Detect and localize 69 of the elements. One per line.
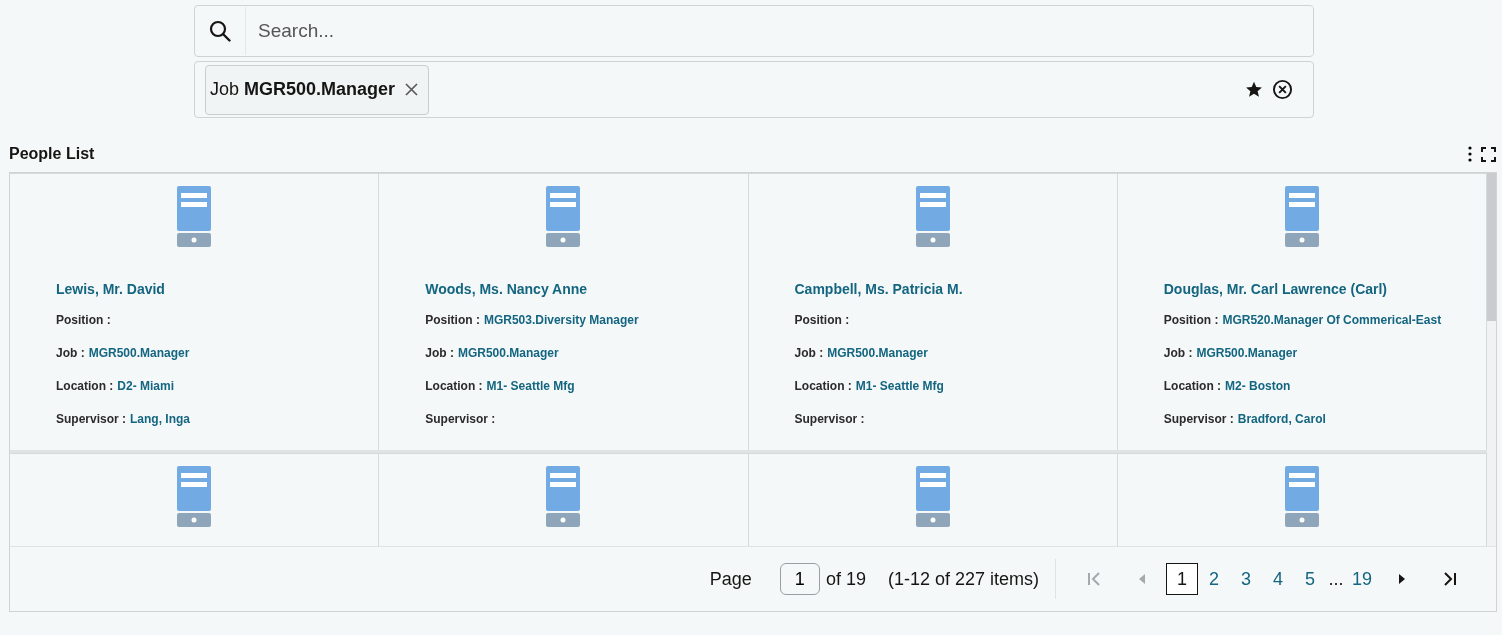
field-value-link[interactable]: MGR500.Manager	[1196, 346, 1298, 379]
bar-chevron-left-icon	[1086, 571, 1102, 587]
field-value-link[interactable]: MGR503.Diversity Manager	[483, 313, 639, 346]
person-card[interactable]: Douglas, Mr. Carl Lawrence (Carl) Position : MGR520.Manager Of Commerical-East Job : MGR500.Manager Location : M2- Boston Supervisor : Bradford, Carol	[1117, 173, 1487, 450]
fullscreen-icon[interactable]	[1481, 146, 1496, 162]
person-name-link[interactable]: Woods, Ms. Nancy Anne	[425, 281, 588, 297]
triangle-right-icon	[1397, 573, 1407, 585]
page-button[interactable]: 2	[1198, 563, 1230, 595]
field-label: Position :	[1163, 313, 1219, 329]
field-value-link[interactable]: M1- Seattle Mfg	[855, 379, 944, 412]
server-icon	[546, 186, 581, 247]
page-label: Page	[709, 568, 752, 590]
page-button[interactable]: 4	[1262, 563, 1294, 595]
ellipsis: ...	[1327, 568, 1345, 590]
person-card[interactable]: Campbell, Ms. Patricia M. Position : Job : MGR500.Manager Location : M1- Seattle Mfg Supervisor :	[748, 173, 1118, 450]
page-button[interactable]: 5	[1294, 563, 1326, 595]
field-label: Location :	[425, 379, 483, 395]
person-card[interactable]: Woods, Ms. Nancy Anne Position : MGR503.Diversity Manager Job : MGR500.Manager Location : M1- Seattle Mfg Supervisor :	[379, 173, 749, 450]
field-label: Job :	[425, 346, 454, 362]
server-icon	[915, 466, 950, 527]
star-icon[interactable]	[1245, 81, 1263, 98]
field-value-link[interactable]: D2- Miami	[117, 379, 174, 412]
field-value-link[interactable]: Bradford, Carol	[1237, 412, 1326, 445]
field-label: Supervisor :	[56, 412, 127, 428]
field-value-link[interactable]: MGR500.Manager	[457, 346, 559, 379]
page-number-field[interactable]: 1	[779, 563, 820, 595]
filter-chip-label: Job MGR500.Manager	[210, 79, 396, 100]
page-button[interactable]: 1	[1166, 563, 1198, 595]
search-icon[interactable]	[209, 20, 231, 42]
field-label: Position :	[56, 313, 111, 329]
server-icon	[177, 186, 212, 247]
section-title: People List	[9, 145, 95, 163]
field-value-link[interactable]: MGR500.Manager	[827, 346, 928, 379]
person-card[interactable]: Lewis, Mr. David Position : Job : MGR500.Manager Location : D2- Miami Supervisor : Lang, Inga	[10, 173, 380, 450]
scrollbar[interactable]	[1487, 173, 1496, 546]
field-value-link[interactable]: MGR500.Manager	[88, 346, 190, 379]
page-button[interactable]: 3	[1230, 563, 1262, 595]
field-label: Location :	[794, 379, 852, 395]
field-label: Job :	[794, 346, 824, 362]
field-value-link[interactable]: M2- Boston	[1225, 379, 1291, 412]
page-count-label: of 19	[825, 568, 866, 590]
field-label: Location :	[56, 379, 114, 395]
field-label: Supervisor :	[425, 412, 496, 428]
more-icon[interactable]	[1468, 146, 1472, 162]
server-icon	[177, 466, 212, 527]
field-label: Position :	[425, 313, 480, 329]
person-name-link[interactable]: Campbell, Ms. Patricia M.	[794, 281, 963, 297]
field-label: Position :	[794, 313, 850, 329]
field-value-link[interactable]: Lang, Inga	[130, 412, 191, 445]
field-label: Supervisor :	[1163, 412, 1234, 428]
triangle-left-icon	[1137, 573, 1147, 585]
server-icon	[1284, 186, 1319, 247]
search-field[interactable]: Search...	[194, 5, 1314, 57]
server-icon	[915, 186, 950, 247]
field-label: Job :	[56, 346, 85, 362]
page-button[interactable]: 19	[1346, 563, 1378, 595]
field-value-link[interactable]: M1- Seattle Mfg	[486, 379, 575, 412]
field-label: Job :	[1163, 346, 1193, 362]
field-label: Location :	[1163, 379, 1222, 395]
field-value-link[interactable]: MGR520.Manager Of Commerical-East	[1222, 313, 1442, 346]
field-label: Supervisor :	[794, 412, 865, 428]
clear-icon[interactable]	[1272, 79, 1293, 100]
item-range-label: (1-12 of 227 items)	[887, 568, 1039, 590]
server-icon	[1284, 466, 1319, 527]
person-name-link[interactable]: Lewis, Mr. David	[56, 281, 165, 297]
chevron-bar-right-icon	[1442, 571, 1458, 587]
server-icon	[546, 466, 581, 527]
remove-button[interactable]	[403, 81, 421, 98]
person-name-link[interactable]: Douglas, Mr. Carl Lawrence (Carl)	[1163, 281, 1388, 297]
